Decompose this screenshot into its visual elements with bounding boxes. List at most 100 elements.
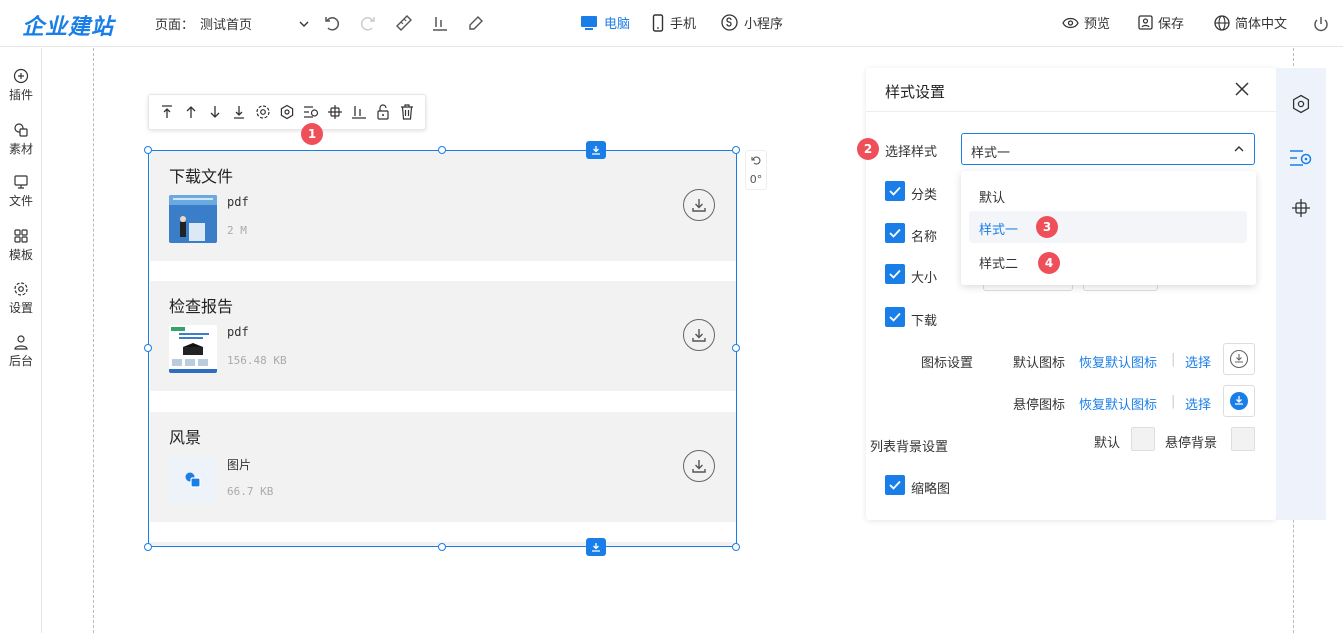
list-style-icon[interactable]: [301, 102, 321, 122]
restore-hover-icon-link[interactable]: 恢复默认图标: [1079, 394, 1157, 413]
language-selector[interactable]: 简体中文: [1214, 13, 1287, 32]
panel-header: 样式设置: [866, 68, 1276, 112]
choose-hover-icon-link[interactable]: 选择: [1185, 394, 1211, 413]
hover-icon-preview[interactable]: [1223, 385, 1255, 417]
thumbnail-report: [169, 325, 217, 373]
separator: |: [1171, 394, 1176, 409]
list-item[interactable]: 风景 图片 66.7 KB: [150, 412, 736, 522]
icon-settings-label: 图标设置: [921, 356, 974, 371]
download-button[interactable]: [683, 189, 715, 221]
resize-handle-w[interactable]: [144, 344, 152, 352]
resize-handle-ne[interactable]: [732, 146, 740, 154]
item-title: 风景: [169, 428, 202, 447]
sidebar-item-templates[interactable]: 模板: [0, 228, 42, 263]
resize-handle-se[interactable]: [732, 543, 740, 551]
download-icon: [691, 458, 707, 474]
style-select-value: 样式一: [971, 146, 1011, 161]
move-up-icon[interactable]: [181, 102, 201, 122]
download-list-widget[interactable]: 下载文件 pdf 2 M 检查报告 pdf 156.48 KB 风景 图片 66…: [148, 150, 737, 547]
canvas-guide-left: [93, 48, 94, 633]
delete-icon[interactable]: [397, 102, 417, 122]
sidebar-item-materials[interactable]: 素材: [0, 122, 42, 157]
download-small-icon: [591, 542, 601, 552]
device-miniprogram-label: 小程序: [744, 17, 784, 32]
style-option-2[interactable]: 样式二: [969, 245, 1247, 277]
sidebar-item-label: 模板: [8, 248, 33, 262]
default-icon-preview[interactable]: [1223, 343, 1255, 375]
preview-button[interactable]: 预览: [1062, 13, 1110, 32]
restore-default-icon-link[interactable]: 恢复默认图标: [1079, 352, 1157, 371]
edit-icon[interactable]: [465, 12, 487, 34]
style-option-1[interactable]: 样式一: [969, 211, 1247, 243]
default-icon-label: 默认图标: [1013, 356, 1066, 371]
device-phone[interactable]: 手机: [652, 13, 696, 32]
style-select[interactable]: 样式一: [961, 133, 1255, 165]
sidebar-item-backend[interactable]: 后台: [0, 334, 42, 369]
page-label: 页面：: [155, 18, 195, 33]
checkbox-name[interactable]: [885, 223, 905, 243]
sidebar-item-label: 插件: [8, 88, 33, 102]
undo-icon[interactable]: [321, 12, 343, 34]
sidebar-item-settings[interactable]: 设置: [0, 281, 42, 316]
download-button[interactable]: [683, 450, 715, 482]
step-badge-1: 1: [301, 123, 323, 145]
phone-icon: [652, 13, 664, 32]
align-bottom-icon[interactable]: [429, 12, 451, 34]
align-icon[interactable]: [1289, 196, 1313, 220]
save-button[interactable]: 保存: [1138, 13, 1184, 32]
list-style-icon[interactable]: [1289, 146, 1313, 170]
style-icon[interactable]: [1289, 92, 1313, 116]
resize-handle-e[interactable]: [732, 344, 740, 352]
resize-handle-sw[interactable]: [144, 543, 152, 551]
move-bottom-icon[interactable]: [229, 102, 249, 122]
grid-icon: [13, 228, 29, 244]
choose-default-icon-link[interactable]: 选择: [1185, 352, 1211, 371]
style-icon[interactable]: [277, 102, 297, 122]
bg-hover-swatch[interactable]: [1231, 427, 1255, 451]
bg-default-swatch[interactable]: [1131, 427, 1155, 451]
move-top-icon[interactable]: [157, 102, 177, 122]
save-label: 保存: [1158, 17, 1185, 32]
checkbox-category-label: 分类: [911, 188, 938, 203]
redo-icon[interactable]: [357, 12, 379, 34]
resize-handle-n[interactable]: [438, 146, 446, 154]
folder-icon: [13, 174, 29, 190]
sidebar-item-plugins[interactable]: 插件: [0, 68, 42, 103]
device-desktop[interactable]: 电脑: [580, 13, 630, 32]
rotate-control[interactable]: 0°: [745, 150, 767, 190]
download-small-icon: [591, 145, 601, 155]
list-item[interactable]: 下载文件 pdf 2 M: [150, 151, 736, 261]
list-item[interactable]: 检查报告 pdf 156.48 KB: [150, 281, 736, 391]
device-miniprogram[interactable]: 小程序: [721, 13, 783, 32]
page-name: 测试首页: [200, 18, 253, 33]
checkbox-category[interactable]: [885, 181, 905, 201]
hover-icon-label: 悬停图标: [1013, 398, 1066, 413]
align-icon[interactable]: [325, 102, 345, 122]
insert-above-button[interactable]: [586, 141, 606, 159]
settings-icon[interactable]: [253, 102, 273, 122]
close-icon[interactable]: [1234, 81, 1250, 101]
resize-handle-nw[interactable]: [144, 146, 152, 154]
checkbox-download[interactable]: [885, 307, 905, 327]
sidebar-item-label: 文件: [8, 194, 33, 208]
insert-below-button[interactable]: [586, 538, 606, 556]
style-option-default[interactable]: 默认: [969, 179, 1247, 211]
unlock-icon[interactable]: [373, 102, 393, 122]
page-selector[interactable]: 页面： 测试首页: [155, 14, 310, 33]
download-button[interactable]: [683, 319, 715, 351]
language-label: 简体中文: [1235, 17, 1288, 32]
monitor-icon: [580, 15, 598, 31]
resize-handle-s[interactable]: [438, 543, 446, 551]
checkbox-thumbnail[interactable]: [885, 475, 905, 495]
checkbox-size[interactable]: [885, 264, 905, 284]
sidebar-item-files[interactable]: 文件: [0, 174, 42, 209]
right-tool-rail: [1276, 68, 1326, 520]
move-down-icon[interactable]: [205, 102, 225, 122]
chart-icon[interactable]: [349, 102, 369, 122]
checkbox-size-label: 大小: [911, 271, 938, 286]
checkbox-download-label: 下载: [911, 314, 938, 329]
power-icon[interactable]: [1310, 13, 1332, 35]
ruler-icon[interactable]: [393, 12, 415, 34]
eye-icon: [1062, 17, 1079, 29]
thumbnail-poster: [169, 195, 217, 243]
